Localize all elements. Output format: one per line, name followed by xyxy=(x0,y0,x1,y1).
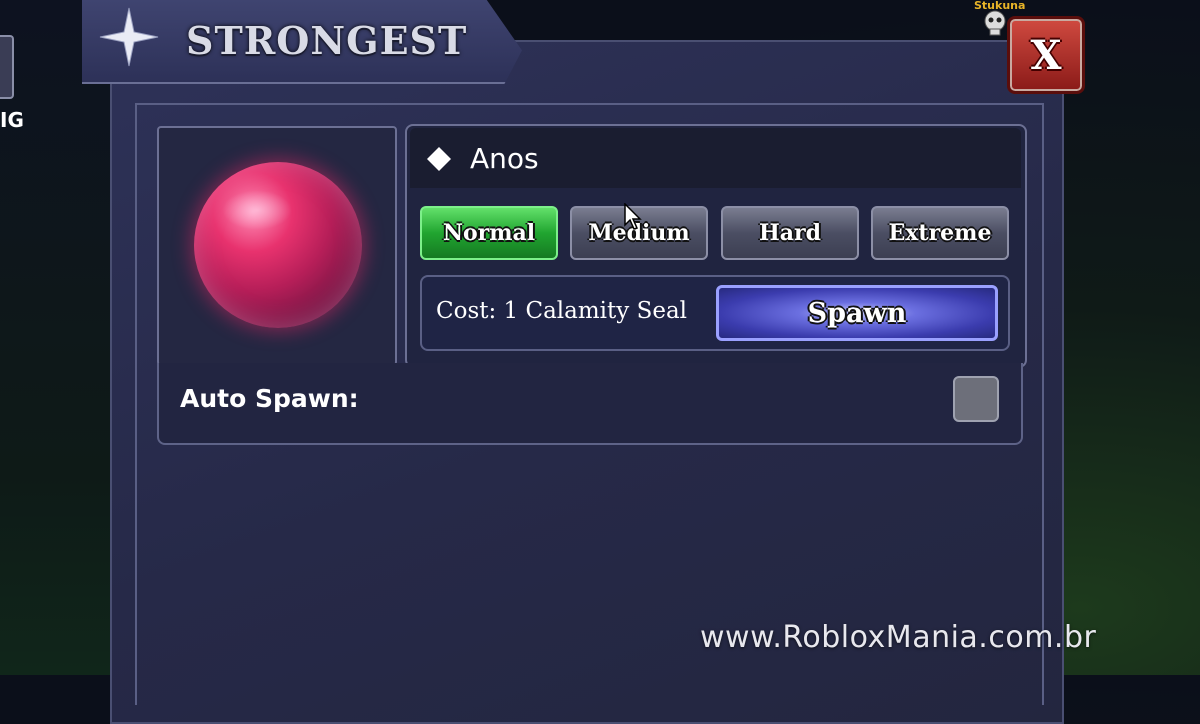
difficulty-normal-button[interactable]: Normal xyxy=(420,206,558,260)
mouse-cursor-icon xyxy=(624,203,642,230)
page-title: STRONGEST xyxy=(186,18,468,63)
difficulty-extreme-button[interactable]: Extreme xyxy=(871,206,1009,260)
left-edge-tab[interactable] xyxy=(0,35,14,99)
diamond-icon xyxy=(427,147,451,171)
left-edge-label: IG xyxy=(0,108,24,132)
watermark-text: www.RobloxMania.com.br xyxy=(700,620,1097,655)
spawn-cost-text: Cost: 1 Calamity Seal xyxy=(436,298,688,324)
spawn-button[interactable]: Spawn xyxy=(716,285,998,341)
auto-spawn-checkbox[interactable] xyxy=(953,376,999,422)
auto-spawn-label: Auto Spawn: xyxy=(180,384,359,413)
boss-name: Anos xyxy=(470,142,539,175)
calamity-orb-image xyxy=(194,162,362,328)
difficulty-hard-button[interactable]: Hard xyxy=(721,206,859,260)
orb-highlight xyxy=(222,190,292,230)
background-left xyxy=(0,0,110,675)
sparkle-star-icon xyxy=(99,7,159,67)
close-icon: X xyxy=(1030,31,1062,79)
close-button[interactable]: X xyxy=(1007,16,1085,94)
